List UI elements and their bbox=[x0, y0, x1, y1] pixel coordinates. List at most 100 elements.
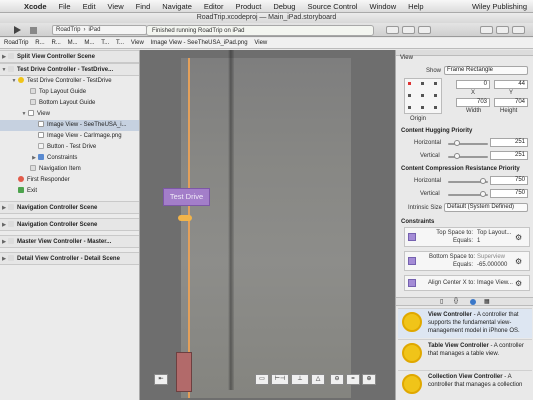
test-drive-button[interactable]: Test Drive bbox=[163, 188, 210, 206]
gear-icon[interactable]: ⚙ bbox=[515, 279, 522, 288]
run-button[interactable] bbox=[12, 25, 22, 35]
stop-button[interactable] bbox=[28, 25, 38, 35]
jumpbar-item[interactable]: R... bbox=[51, 40, 60, 46]
file-template-icon[interactable]: ▯ bbox=[440, 298, 443, 305]
menu-edit[interactable]: Edit bbox=[83, 2, 96, 11]
object-library-icon[interactable] bbox=[470, 299, 476, 305]
height-field[interactable]: 704 bbox=[494, 98, 528, 107]
constraint-badge[interactable] bbox=[178, 215, 192, 221]
jumpbar-item[interactable]: T... bbox=[101, 40, 109, 46]
outline-row[interactable]: Navigation Item bbox=[0, 164, 139, 175]
outline-row[interactable]: Image View - CarImage.png bbox=[0, 131, 139, 142]
disclosure-triangle-icon[interactable]: ▼ bbox=[10, 76, 18, 87]
constraint-item[interactable]: Top Space to: Top Layout... Equals: 1 ⚙ bbox=[404, 227, 530, 247]
toggle-utilities-button[interactable] bbox=[512, 26, 525, 34]
show-outline-button[interactable]: ⇤ bbox=[154, 374, 168, 385]
outline-row-selected[interactable]: Image View - SeeTheUSA_i... bbox=[0, 120, 139, 131]
version-editor-button[interactable] bbox=[418, 26, 431, 34]
outline-row[interactable]: ▶ Master View Controller - Master... bbox=[0, 235, 139, 248]
disclosure-triangle-icon[interactable]: ▶ bbox=[0, 51, 8, 62]
outline-row[interactable]: Top Layout Guide bbox=[0, 87, 139, 98]
jumpbar-item[interactable]: M... bbox=[84, 40, 94, 46]
slider-knob[interactable] bbox=[480, 178, 486, 184]
disclosure-triangle-icon[interactable]: ▶ bbox=[0, 202, 8, 213]
constraint-item[interactable]: Bottom Space to: Superview Equals: -65.0… bbox=[404, 251, 530, 271]
y-field[interactable]: 44 bbox=[494, 80, 528, 89]
car-image-view[interactable] bbox=[176, 352, 192, 392]
hugging-h-field[interactable]: 251 bbox=[490, 138, 528, 147]
resolve-issues-button[interactable]: △ bbox=[311, 374, 325, 385]
jumpbar-item[interactable]: RoadTrip bbox=[4, 40, 28, 46]
outline-row[interactable]: ▶ Detail View Controller - Detail Scene bbox=[0, 252, 139, 265]
jumpbar-item[interactable]: View bbox=[254, 40, 267, 46]
outline-row[interactable]: ▼ Test Drive Controller - TestDrive bbox=[0, 76, 139, 87]
media-library-icon[interactable]: ▦ bbox=[484, 298, 490, 305]
jumpbar-item[interactable]: Image View - SeeTheUSA_iPad.png bbox=[151, 40, 248, 46]
menu-file[interactable]: File bbox=[59, 2, 71, 11]
toggle-navigator-button[interactable] bbox=[480, 26, 493, 34]
menu-source-control[interactable]: Source Control bbox=[307, 2, 357, 11]
storyboard-canvas[interactable]: ⇤ ▭ ⊢⊣ ⊥ △ ⊖ = ⊕ bbox=[140, 50, 395, 400]
menu-window[interactable]: Window bbox=[369, 2, 396, 11]
pin-button[interactable]: ⊥ bbox=[291, 374, 309, 385]
outline-row[interactable]: ▼ View bbox=[0, 109, 139, 120]
library-item[interactable]: View Controller - A controller that supp… bbox=[398, 308, 532, 338]
x-field[interactable]: 0 bbox=[456, 80, 490, 89]
slider-knob[interactable] bbox=[454, 153, 460, 159]
compression-h-field[interactable]: 750 bbox=[490, 176, 528, 185]
disclosure-triangle-icon[interactable]: ▼ bbox=[0, 64, 8, 75]
compression-v-field[interactable]: 750 bbox=[490, 189, 528, 198]
disclosure-triangle-icon[interactable]: ▶ bbox=[0, 219, 8, 230]
hugging-v-field[interactable]: 251 bbox=[490, 151, 528, 160]
outline-row[interactable]: ▶ Navigation Controller Scene bbox=[0, 201, 139, 214]
outline-row[interactable]: ▶ Split View Controller Scene bbox=[0, 50, 139, 63]
outline-row[interactable]: Bottom Layout Guide bbox=[0, 98, 139, 109]
form-factor-button[interactable]: ▭ bbox=[255, 374, 269, 385]
origin-selector[interactable] bbox=[404, 78, 442, 114]
outline-row[interactable]: Exit bbox=[0, 186, 139, 197]
button-icon bbox=[38, 143, 44, 150]
outline-row[interactable]: First Responder bbox=[0, 175, 139, 186]
menu-xcode[interactable]: Xcode bbox=[24, 2, 47, 11]
disclosure-triangle-icon[interactable]: ▶ bbox=[0, 253, 8, 264]
outline-row[interactable]: ▶ Constraints bbox=[0, 153, 139, 164]
intrinsic-size-popup[interactable]: Default (System Defined) bbox=[444, 203, 528, 212]
slider-knob[interactable] bbox=[454, 140, 460, 146]
menu-help[interactable]: Help bbox=[408, 2, 423, 11]
disclosure-triangle-icon[interactable]: ▶ bbox=[0, 236, 8, 247]
menu-product[interactable]: Product bbox=[235, 2, 261, 11]
assistant-editor-button[interactable] bbox=[402, 26, 415, 34]
align-button[interactable]: ⊢⊣ bbox=[271, 374, 289, 385]
menu-navigate[interactable]: Navigate bbox=[162, 2, 192, 11]
constraint-item[interactable]: Align Center X to: Image View... ⚙ bbox=[404, 275, 530, 291]
disclosure-triangle-icon[interactable]: ▶ bbox=[30, 153, 38, 164]
zoom-actual-button[interactable]: = bbox=[346, 374, 360, 385]
outline-row[interactable]: ▼ Test Drive Controller - TestDrive... bbox=[0, 63, 139, 76]
jumpbar-item[interactable]: M... bbox=[68, 40, 78, 46]
road-image-view[interactable] bbox=[181, 58, 351, 398]
menu-view[interactable]: View bbox=[108, 2, 124, 11]
scheme-selector[interactable]: RoadTrip › iPad bbox=[52, 25, 147, 35]
menubar-user[interactable]: Wiley Publishing bbox=[472, 2, 527, 11]
code-snippet-icon[interactable]: {} bbox=[454, 298, 458, 304]
gear-icon[interactable]: ⚙ bbox=[515, 257, 522, 266]
toggle-debug-area-button[interactable] bbox=[496, 26, 509, 34]
menu-editor[interactable]: Editor bbox=[204, 2, 224, 11]
library-item[interactable]: Table View Controller - A controller tha… bbox=[398, 339, 532, 369]
jumpbar-item[interactable]: R... bbox=[35, 40, 44, 46]
zoom-out-button[interactable]: ⊖ bbox=[330, 374, 344, 385]
jumpbar-item[interactable]: View bbox=[131, 40, 144, 46]
width-field[interactable]: 703 bbox=[456, 98, 490, 107]
library-item[interactable]: Collection View Controller - A controlle… bbox=[398, 370, 532, 400]
zoom-in-button[interactable]: ⊕ bbox=[362, 374, 376, 385]
gear-icon[interactable]: ⚙ bbox=[515, 233, 522, 242]
slider-knob[interactable] bbox=[480, 191, 486, 197]
menu-find[interactable]: Find bbox=[136, 2, 151, 11]
outline-row[interactable]: Button - Test Drive bbox=[0, 142, 139, 153]
jumpbar-item[interactable]: T... bbox=[116, 40, 124, 46]
standard-editor-button[interactable] bbox=[386, 26, 399, 34]
show-popup[interactable]: Frame Rectangle bbox=[444, 66, 528, 75]
menu-debug[interactable]: Debug bbox=[273, 2, 295, 11]
outline-row[interactable]: ▶ Navigation Controller Scene bbox=[0, 218, 139, 231]
disclosure-triangle-icon[interactable]: ▼ bbox=[20, 109, 28, 120]
